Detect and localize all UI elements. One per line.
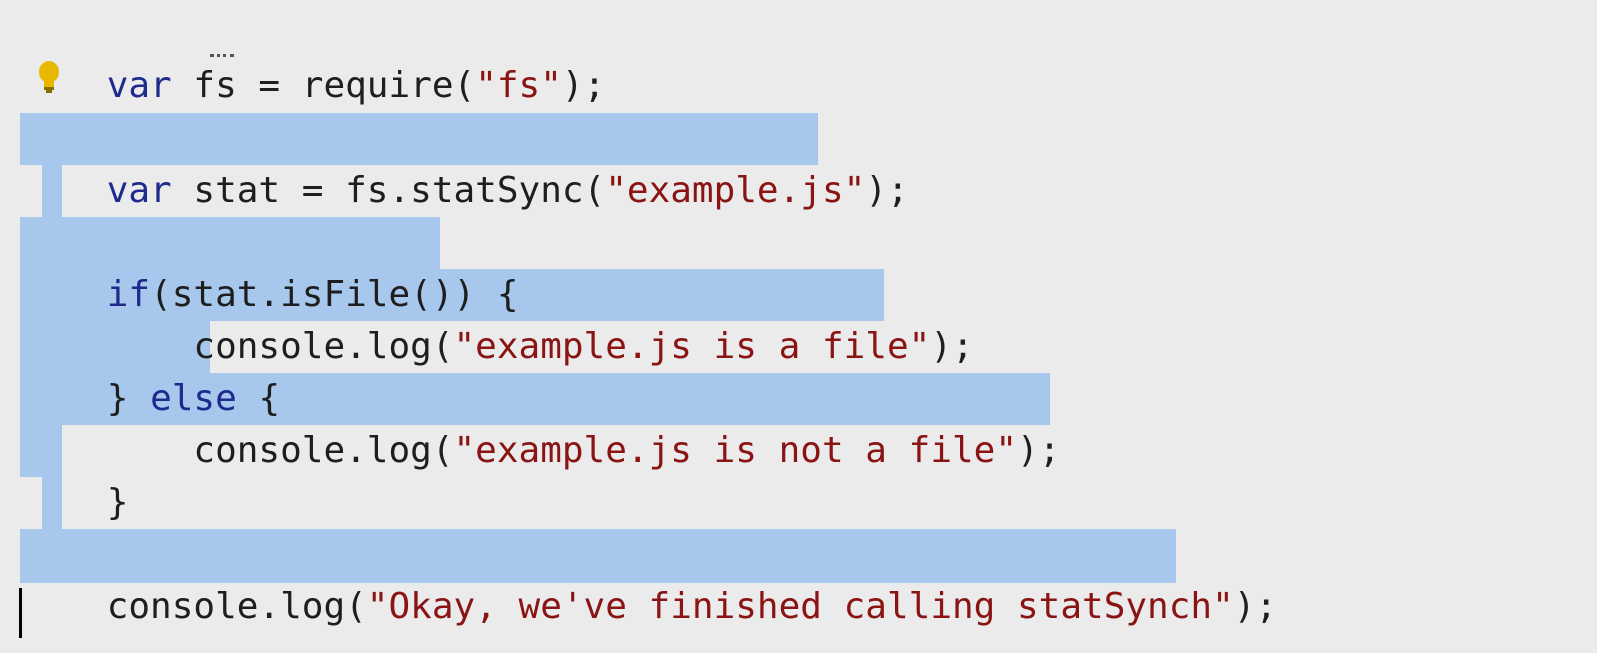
- code-editor[interactable]: var fs = require("fs"); var stat = fs.st…: [0, 0, 1597, 653]
- suggestion-squiggle[interactable]: [210, 48, 234, 57]
- brace: }: [106, 482, 129, 523]
- code-text: fs =: [171, 65, 302, 106]
- string-literal: "example.js is a file": [453, 326, 931, 367]
- text-cursor: [19, 588, 22, 638]
- code-line-5[interactable]: if(stat.isFile()) {: [20, 217, 519, 315]
- code-text: console.log(: [106, 586, 367, 627]
- keyword: var: [106, 170, 172, 211]
- code-text: console.log(: [193, 430, 454, 471]
- code-text: );: [561, 65, 606, 106]
- function-name: require: [301, 65, 454, 106]
- code-line-8[interactable]: console.log("example.js is not a file");: [20, 373, 1060, 471]
- code-line-7[interactable]: } else {: [20, 321, 280, 419]
- code-line-9[interactable]: }: [20, 425, 129, 523]
- code-line-3[interactable]: var stat = fs.statSync("example.js");: [20, 113, 909, 211]
- string-literal: "Okay, we've finished calling statSynch": [366, 586, 1234, 627]
- code-text: stat = fs.statSync(: [171, 170, 606, 211]
- code-text: );: [1233, 586, 1278, 627]
- string-literal: "fs": [475, 65, 562, 106]
- keyword: var: [106, 65, 172, 106]
- lightbulb-icon[interactable]: [36, 60, 62, 94]
- string-literal: "example.js is not a file": [453, 430, 1018, 471]
- code-line-6[interactable]: console.log("example.js is a file");: [20, 269, 973, 367]
- code-text: );: [930, 326, 974, 367]
- code-text: );: [865, 170, 909, 211]
- string-literal: "example.js": [605, 170, 866, 211]
- code-line-11[interactable]: console.log("Okay, we've finished callin…: [20, 529, 1277, 627]
- code-text: );: [1017, 430, 1061, 471]
- code-line-1[interactable]: var fs = require("fs");: [20, 8, 606, 106]
